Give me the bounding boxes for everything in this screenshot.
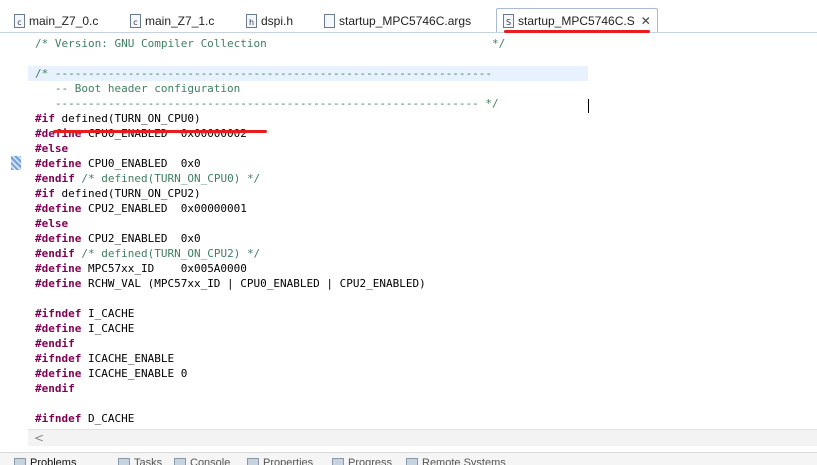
tab-progress[interactable]: Progress [332,457,392,465]
tab-label: main_Z7_0.c [29,14,99,28]
s-file-icon: S [503,14,514,28]
editor-gutter [0,33,28,429]
code-line: #define CPU2_ENABLED 0x0 [35,232,201,245]
tab-remote-systems[interactable]: Remote Systems [406,457,506,465]
code-line: #endif [35,382,75,395]
code-line: #define I_CACHE [35,322,135,335]
code-line: #ifndef D_CACHE [35,412,135,425]
args-file-icon [324,14,335,28]
code-line: #endif [35,337,75,350]
remote-systems-icon [406,458,418,465]
tab-label: dspi.h [261,14,294,28]
code-line: #ifndef ICACHE_ENABLE [35,352,175,365]
tab-problems[interactable]: Problems [14,457,76,465]
change-marker-icon[interactable] [11,156,21,170]
c-file-icon: c [130,14,141,28]
tab-label: Progress [348,457,393,465]
tab-main-z7-0[interactable]: c main_Z7_0.c [14,9,98,33]
horizontal-scrollbar[interactable]: < [28,429,817,446]
code-line: /* Version: GNU Compiler Collection */ [35,37,506,50]
code-line: #else [35,217,69,230]
close-icon[interactable]: ✕ [641,14,651,28]
code-line: #define CPU2_ENABLED 0x00000001 [35,202,247,215]
bottom-panel-tabs: Problems Tasks Console Properties Progre… [0,452,817,465]
code-line: #else [35,142,69,155]
red-annotation-underline [53,130,267,133]
problems-icon [14,458,26,465]
tab-startup-args[interactable]: startup_MPC5746C.args [324,9,471,33]
code-line: #ifndef I_CACHE [35,307,135,320]
progress-icon [332,458,344,465]
code-line: #define MPC57xx_ID 0x005A0000 [35,262,247,275]
code-line: /* -------------------------------------… [28,66,588,81]
text-cursor [588,99,589,113]
c-file-icon: c [14,14,25,28]
tab-console[interactable]: Console [174,457,230,465]
tab-label: Remote Systems [422,457,506,465]
h-file-icon: h [246,14,257,28]
code-line: #if defined(TURN_ON_CPU0) [35,112,201,125]
code-line: #define RCHW_VAL (MPC57xx_ID | CPU0_ENAB… [35,277,426,290]
tab-label: Problems [30,457,77,465]
code-line: #endif /* defined(TURN_ON_CPU2) */ [35,247,261,260]
code-line: #define CPU0_ENABLED 0x0 [35,157,201,170]
tab-tasks[interactable]: Tasks [118,457,162,465]
scroll-left-icon[interactable]: < [34,431,44,445]
editor-tab-bar: c main_Z7_0.c c main_Z7_1.c h dspi.h sta… [0,0,817,33]
tasks-icon [118,458,130,465]
code-line: #define CPU0_ENABLED 0x00000002 [35,127,247,140]
code-line: #if defined(TURN_ON_CPU2) [35,187,201,200]
code-lines: /* Version: GNU Compiler Collection */ /*… [28,36,588,426]
tab-properties[interactable]: Properties [247,457,313,465]
code-line: #endif /* defined(TURN_ON_CPU0) */ [35,172,261,185]
tab-label: Properties [263,457,314,465]
tab-label: main_Z7_1.c [145,14,215,28]
console-icon [174,458,186,465]
properties-icon [247,458,259,465]
tab-label: Console [190,457,231,465]
tab-dspi-h[interactable]: h dspi.h [246,9,293,33]
tab-label: Tasks [134,457,163,465]
code-editor[interactable]: /* Version: GNU Compiler Collection */ /*… [0,33,817,429]
tab-label: startup_MPC5746C.args [339,14,472,28]
tab-main-z7-1[interactable]: c main_Z7_1.c [130,9,214,33]
tab-label: startup_MPC5746C.S [518,14,635,28]
code-line: -- Boot header configuration [35,82,241,95]
code-line: #define ICACHE_ENABLE 0 [35,367,188,380]
code-line: ----------------------------------------… [35,97,499,110]
